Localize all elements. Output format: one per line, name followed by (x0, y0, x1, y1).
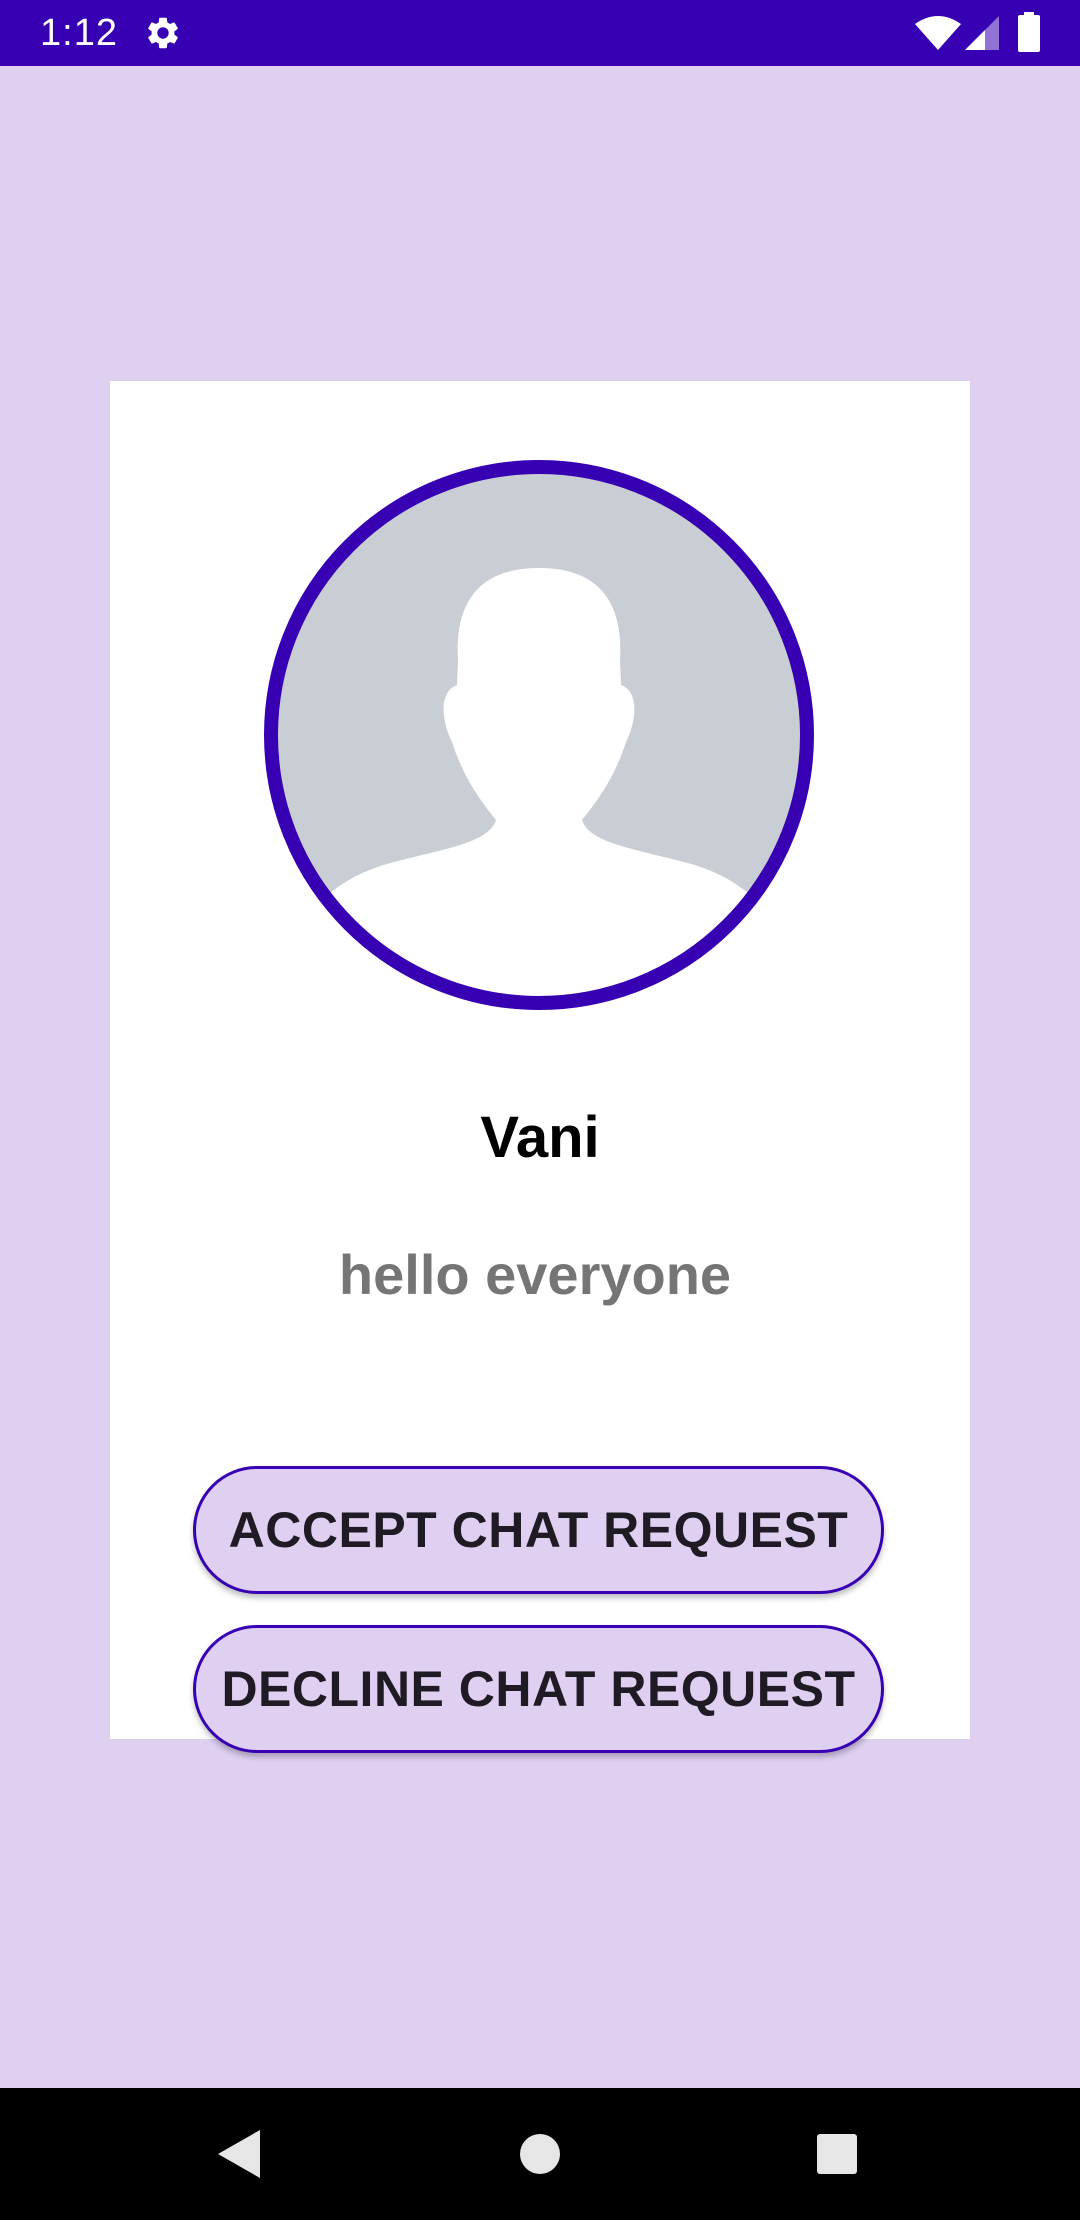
battery-icon (1018, 12, 1040, 52)
decline-chat-request-button[interactable]: DECLINE CHAT REQUEST (193, 1625, 884, 1753)
wifi-icon (915, 16, 961, 50)
chat-request-screen: Vani hello everyone ACCEPT CHAT REQUEST … (0, 66, 1080, 2088)
status-time: 1:12 (40, 12, 118, 54)
profile-card: Vani hello everyone ACCEPT CHAT REQUEST … (110, 381, 970, 1753)
accept-chat-request-button[interactable]: ACCEPT CHAT REQUEST (193, 1466, 884, 1594)
back-icon[interactable] (218, 2130, 260, 2178)
profile-avatar (264, 460, 814, 1010)
navigation-bar (0, 2088, 1080, 2220)
user-status: hello everyone (338, 1243, 732, 1306)
home-icon[interactable] (520, 2134, 560, 2174)
status-bar: 1:12 (0, 0, 1080, 66)
cell-signal-icon (965, 16, 999, 50)
user-name: Vani (480, 1105, 600, 1170)
person-avatar-icon (264, 460, 814, 1010)
gear-icon (148, 17, 178, 49)
recents-icon[interactable] (817, 2134, 857, 2174)
